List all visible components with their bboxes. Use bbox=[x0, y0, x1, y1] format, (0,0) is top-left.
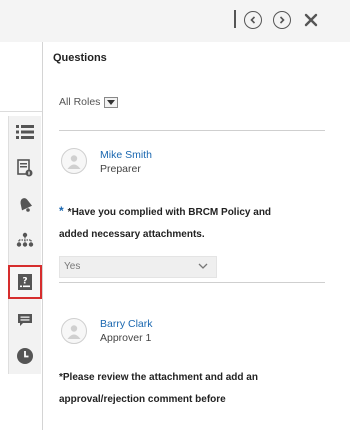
list-icon bbox=[16, 125, 34, 139]
divider bbox=[0, 111, 42, 112]
clock-icon bbox=[17, 348, 33, 364]
avatar bbox=[61, 148, 87, 174]
answer-value: Yes bbox=[64, 261, 81, 272]
user-icon bbox=[67, 325, 81, 339]
question-line: *Have you complied with BRCM Policy and bbox=[67, 207, 272, 218]
required-marker: * bbox=[59, 204, 64, 218]
user-role: Approver 1 bbox=[100, 332, 152, 344]
rail-item-hierarchy[interactable] bbox=[9, 224, 41, 256]
chevron-left-icon bbox=[250, 16, 256, 24]
question-icon: ? bbox=[18, 274, 32, 290]
toolbar-separator bbox=[234, 10, 236, 28]
document-info-icon bbox=[17, 159, 33, 177]
roles-filter-label: All Roles bbox=[59, 96, 101, 108]
question-line: approval/rejection comment before bbox=[59, 394, 226, 405]
rail-item-comments[interactable] bbox=[9, 304, 41, 336]
panel-title: Questions bbox=[53, 52, 107, 64]
side-icon-rail: ? bbox=[8, 116, 42, 374]
user-role: Preparer bbox=[100, 163, 141, 175]
close-icon bbox=[304, 13, 318, 27]
comment-icon bbox=[18, 314, 32, 326]
divider bbox=[59, 130, 325, 131]
question-text: *Please review the attachment and add an… bbox=[59, 367, 305, 411]
question-line: *Please review the attachment and add an bbox=[59, 372, 258, 383]
chevron-down-icon bbox=[198, 263, 208, 269]
roles-dropdown-button[interactable] bbox=[104, 96, 119, 108]
divider bbox=[59, 282, 325, 283]
next-button[interactable] bbox=[273, 11, 291, 29]
close-button[interactable] bbox=[302, 11, 320, 29]
roles-filter[interactable]: All Roles bbox=[59, 96, 119, 108]
question-line: added necessary attachments. bbox=[59, 229, 205, 240]
caret-down-icon bbox=[107, 99, 116, 105]
rail-item-details[interactable] bbox=[9, 152, 41, 184]
questions-panel: Questions All Roles Mike Smith Preparer … bbox=[42, 42, 350, 430]
rail-item-history[interactable] bbox=[9, 340, 41, 372]
answer-select[interactable]: Yes bbox=[59, 256, 217, 278]
avatar bbox=[61, 318, 87, 344]
rail-item-list[interactable] bbox=[9, 116, 41, 148]
rail-item-questions[interactable]: ? bbox=[8, 265, 42, 299]
top-toolbar bbox=[0, 0, 350, 43]
rail-item-alerts[interactable] bbox=[9, 188, 41, 220]
hierarchy-icon bbox=[16, 232, 34, 247]
question-text: * *Have you complied with BRCM Policy and… bbox=[59, 200, 305, 246]
user-name[interactable]: Barry Clark bbox=[100, 318, 153, 330]
user-icon bbox=[67, 155, 81, 169]
chevron-right-icon bbox=[279, 16, 285, 24]
user-name[interactable]: Mike Smith bbox=[100, 149, 152, 161]
svg-text:?: ? bbox=[22, 277, 27, 287]
previous-button[interactable] bbox=[244, 11, 262, 29]
bell-icon bbox=[20, 198, 33, 212]
